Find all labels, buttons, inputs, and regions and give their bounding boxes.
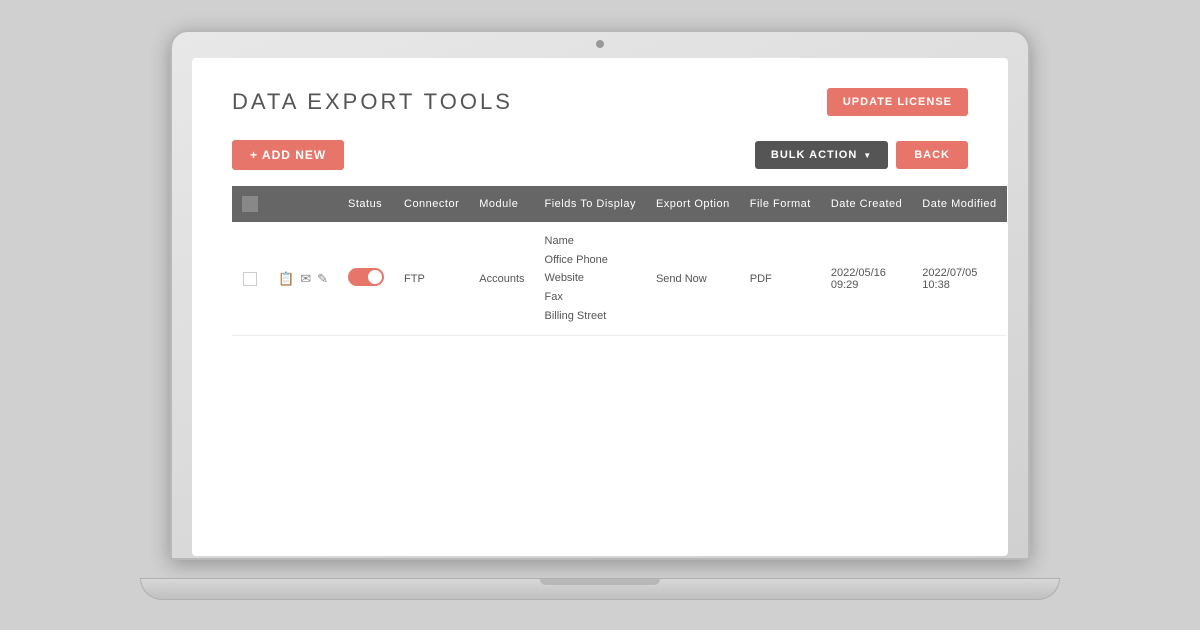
page-header: DATA EXPORT TOOLS UPDATE LICENSE bbox=[232, 88, 968, 116]
data-table: Status Connector Module Fields To Displa… bbox=[232, 186, 1007, 336]
field-item: Office Phone bbox=[545, 251, 636, 270]
page-title: DATA EXPORT TOOLS bbox=[232, 89, 513, 115]
row-status[interactable] bbox=[338, 222, 394, 336]
row-date-modified: 2022/07/05 10:38 bbox=[912, 222, 1006, 336]
row-export-option: Send Now bbox=[646, 222, 740, 336]
col-module: Module bbox=[469, 186, 534, 222]
laptop-screen: DATA EXPORT TOOLS UPDATE LICENSE + ADD N… bbox=[192, 58, 1008, 556]
col-fields: Fields To Display bbox=[535, 186, 646, 222]
row-fields: NameOffice PhoneWebsiteFaxBilling Street bbox=[535, 222, 646, 336]
toolbar: + ADD NEW BULK ACTION BACK bbox=[232, 140, 968, 170]
col-status: Status bbox=[338, 186, 394, 222]
laptop-shell: DATA EXPORT TOOLS UPDATE LICENSE + ADD N… bbox=[170, 30, 1030, 600]
field-item: Fax bbox=[545, 288, 636, 307]
bulk-action-button[interactable]: BULK ACTION bbox=[755, 141, 888, 169]
copy-icon[interactable]: 📋 bbox=[278, 271, 294, 287]
row-file-format: PDF bbox=[740, 222, 821, 336]
back-button[interactable]: BACK bbox=[896, 141, 968, 169]
screen-content: DATA EXPORT TOOLS UPDATE LICENSE + ADD N… bbox=[192, 58, 1008, 556]
field-item: Name bbox=[545, 232, 636, 251]
col-date-created: Date Created bbox=[821, 186, 912, 222]
row-connector: FTP bbox=[394, 222, 469, 336]
row-date-created: 2022/05/16 09:29 bbox=[821, 222, 912, 336]
add-new-button[interactable]: + ADD NEW bbox=[232, 140, 344, 170]
edit-icon[interactable]: ✎ bbox=[317, 271, 328, 287]
row-module: Accounts bbox=[469, 222, 534, 336]
col-checkbox bbox=[232, 186, 268, 222]
row-actions: 📋 ✉ ✎ bbox=[268, 222, 338, 336]
laptop-base bbox=[140, 578, 1060, 600]
toggle-switch[interactable] bbox=[348, 268, 384, 286]
col-date-modified: Date Modified bbox=[912, 186, 1006, 222]
col-connector: Connector bbox=[394, 186, 469, 222]
select-all-checkbox[interactable] bbox=[242, 196, 258, 212]
laptop-body: DATA EXPORT TOOLS UPDATE LICENSE + ADD N… bbox=[170, 30, 1030, 560]
laptop-camera bbox=[596, 40, 604, 48]
email-icon[interactable]: ✉ bbox=[300, 271, 311, 287]
toolbar-right: BULK ACTION BACK bbox=[755, 141, 968, 169]
update-license-button[interactable]: UPDATE LICENSE bbox=[827, 88, 968, 116]
field-item: Website bbox=[545, 269, 636, 288]
col-export-option: Export Option bbox=[646, 186, 740, 222]
field-item: Billing Street bbox=[545, 307, 636, 326]
table-header-row: Status Connector Module Fields To Displa… bbox=[232, 186, 1007, 222]
table-row: 📋 ✉ ✎ FTPAccountsNameOffice PhoneWebsite… bbox=[232, 222, 1007, 336]
row-checkbox[interactable] bbox=[243, 272, 257, 286]
col-actions bbox=[268, 186, 338, 222]
col-file-format: File Format bbox=[740, 186, 821, 222]
